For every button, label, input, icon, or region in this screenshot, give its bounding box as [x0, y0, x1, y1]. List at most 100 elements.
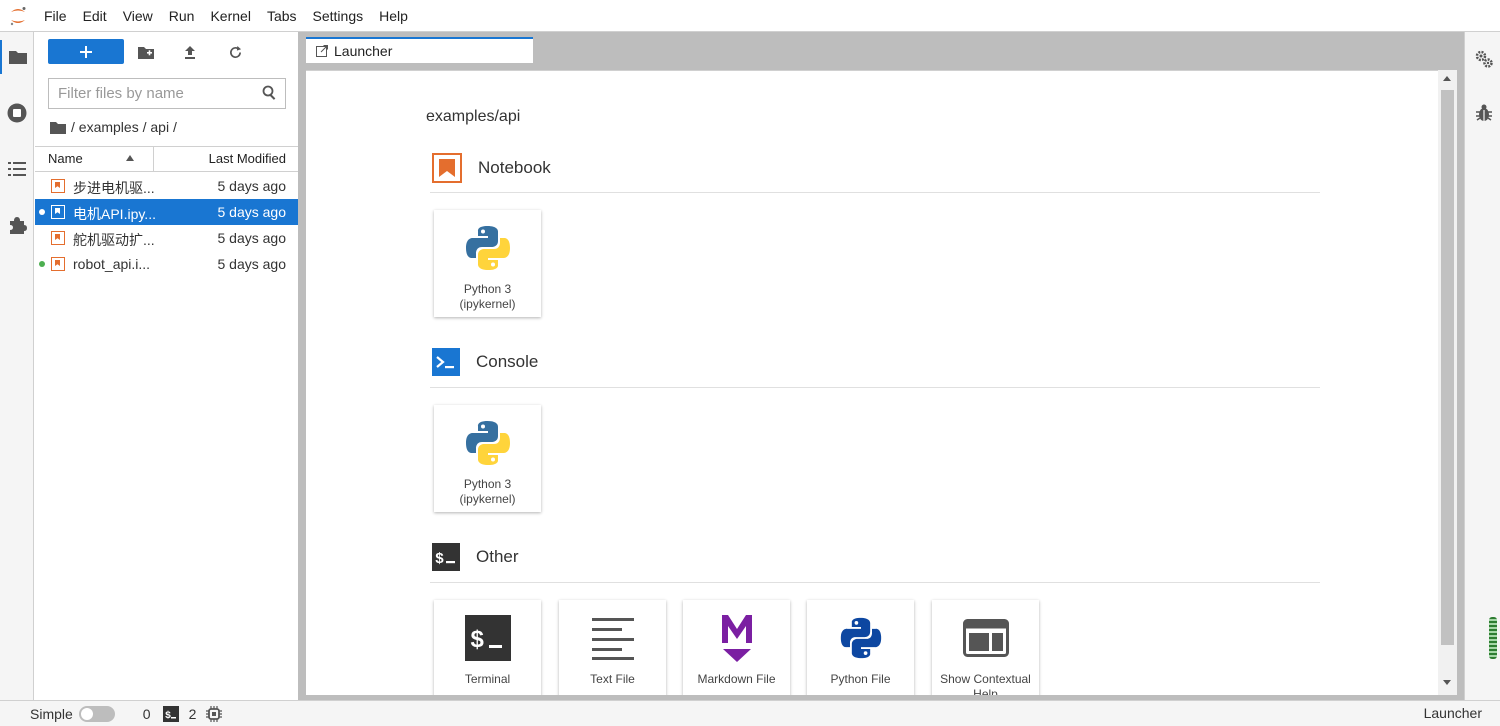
file-row[interactable]: robot_api.i... 5 days ago: [35, 251, 299, 277]
kernel-cpu-icon[interactable]: [206, 705, 223, 722]
name-column-header[interactable]: Name: [35, 147, 154, 171]
svg-text:$: $: [165, 710, 171, 722]
name-column-label: Name: [48, 151, 83, 166]
running-kernels-icon[interactable]: [0, 96, 34, 130]
menu-edit[interactable]: Edit: [75, 0, 115, 32]
console-python3-card[interactable]: Python 3 (ipykernel): [434, 405, 541, 512]
refresh-icon: [229, 45, 241, 58]
new-folder-button[interactable]: [133, 39, 159, 65]
svg-text:$: $: [470, 628, 484, 655]
folder-icon[interactable]: [0, 40, 34, 74]
menu-run[interactable]: Run: [161, 0, 203, 32]
menu-kernel[interactable]: Kernel: [202, 0, 258, 32]
contextual-help-card[interactable]: Show Contextual Help: [932, 600, 1039, 695]
card-label-line1: Python 3: [463, 282, 512, 296]
menu-view[interactable]: View: [115, 0, 161, 32]
new-launcher-button[interactable]: [48, 39, 124, 64]
scroll-up-icon[interactable]: [1443, 76, 1451, 81]
card-label: Terminal: [464, 672, 511, 686]
last-modified-column-header[interactable]: Last Modified: [209, 147, 286, 171]
launcher-cwd: examples/api: [426, 108, 521, 125]
python-file-card[interactable]: Python File: [807, 600, 914, 695]
file-row[interactable]: 舵机驱动扩... 5 days ago: [35, 225, 299, 251]
file-list-header: Name Last Modified: [35, 146, 299, 172]
section-divider: [430, 582, 1320, 583]
menu-bar: File Edit View Run Kernel Tabs Settings …: [0, 0, 1500, 32]
filter-files-box: [48, 78, 286, 109]
card-label: Markdown File: [697, 672, 776, 686]
upload-button[interactable]: [177, 39, 203, 65]
upload-icon: [185, 45, 195, 59]
console-section-title: Console: [476, 352, 539, 371]
tab-launcher[interactable]: Launcher: [306, 37, 533, 63]
file-browser: / examples / api / Name Last Modified 步进…: [35, 32, 299, 700]
sort-ascending-icon: [126, 155, 134, 161]
panel-splitter[interactable]: [298, 32, 306, 700]
new-folder-icon: [138, 46, 154, 59]
card-label: Python 3 (ipykernel): [436, 282, 539, 312]
card-label-line2: (ipykernel): [459, 297, 516, 311]
menu-tabs[interactable]: Tabs: [259, 0, 305, 32]
card-label: Python 3 (ipykernel): [436, 477, 539, 507]
markdown-file-card[interactable]: Markdown File: [683, 600, 790, 695]
notebook-file-icon: [51, 205, 65, 219]
filter-files-input[interactable]: [49, 79, 249, 108]
card-label-line1: Python 3: [463, 477, 512, 491]
launcher-panel: examples/api Notebook Python 3 (ipykerne…: [306, 70, 1457, 695]
running-indicator-icon: [39, 209, 45, 215]
menu-file[interactable]: File: [36, 0, 75, 32]
python-logo-icon: [434, 415, 541, 471]
scroll-down-icon[interactable]: [1443, 680, 1451, 685]
menu-settings[interactable]: Settings: [305, 0, 372, 32]
python-logo-icon: [434, 220, 541, 276]
refresh-button[interactable]: [222, 39, 248, 65]
notebook-section-title: Notebook: [478, 158, 551, 177]
other-section-title: Other: [476, 547, 519, 566]
python-file-icon: [807, 610, 914, 666]
search-icon: [262, 85, 276, 100]
terminal-status-icon[interactable]: $: [162, 705, 179, 722]
card-label: Text File: [590, 672, 635, 686]
notebook-file-icon: [51, 179, 65, 193]
notebook-file-icon: [51, 257, 65, 271]
running-indicator-icon: [39, 261, 45, 267]
notebook-python3-card[interactable]: Python 3 (ipykernel): [434, 210, 541, 317]
section-divider: [430, 192, 1320, 193]
terminal-icon: $: [434, 610, 541, 666]
status-bar: Simple 0 $ 2 Launcher: [0, 700, 1500, 726]
file-modified: 5 days ago: [217, 256, 287, 272]
launcher-scrollbar[interactable]: [1438, 70, 1457, 695]
file-browser-toolbar: [35, 38, 299, 66]
simple-mode-toggle[interactable]: [78, 705, 115, 722]
card-label-line2: (ipykernel): [459, 492, 516, 506]
property-inspector-gears-icon[interactable]: [1467, 42, 1500, 76]
debugger-bug-icon[interactable]: [1467, 96, 1500, 130]
launcher-icon: [316, 45, 328, 57]
text-file-card[interactable]: Text File: [559, 600, 666, 695]
file-row[interactable]: 步进电机驱... 5 days ago: [35, 173, 299, 199]
file-modified: 5 days ago: [217, 204, 287, 220]
terminal-card[interactable]: $ Terminal: [434, 600, 541, 695]
section-divider: [430, 387, 1320, 388]
menu-help[interactable]: Help: [371, 0, 416, 32]
jupyter-logo-icon: [0, 0, 36, 32]
file-name: 步进电机驱...: [73, 180, 155, 196]
notebook-file-icon: [51, 231, 65, 245]
console-section-header: Console: [432, 348, 538, 376]
breadcrumb-path[interactable]: / examples / api /: [71, 119, 177, 135]
breadcrumb: / examples / api /: [50, 118, 177, 136]
notebook-section-icon: [432, 153, 462, 183]
table-of-contents-icon[interactable]: [0, 152, 34, 186]
tab-bar: Launcher: [306, 32, 1464, 63]
contextual-help-icon: [932, 610, 1039, 666]
console-section-icon: [432, 348, 460, 376]
plus-icon: [80, 45, 92, 58]
file-row-selected[interactable]: 电机API.ipy... 5 days ago: [35, 199, 299, 225]
terminals-count[interactable]: 2: [189, 706, 197, 722]
scrollbar-thumb[interactable]: [1441, 90, 1454, 645]
svg-text:$: $: [435, 551, 444, 568]
extensions-puzzle-icon[interactable]: [0, 208, 34, 242]
kernels-count[interactable]: 0: [143, 706, 151, 722]
home-folder-icon[interactable]: [50, 121, 66, 134]
file-name: robot_api.i...: [73, 256, 151, 272]
